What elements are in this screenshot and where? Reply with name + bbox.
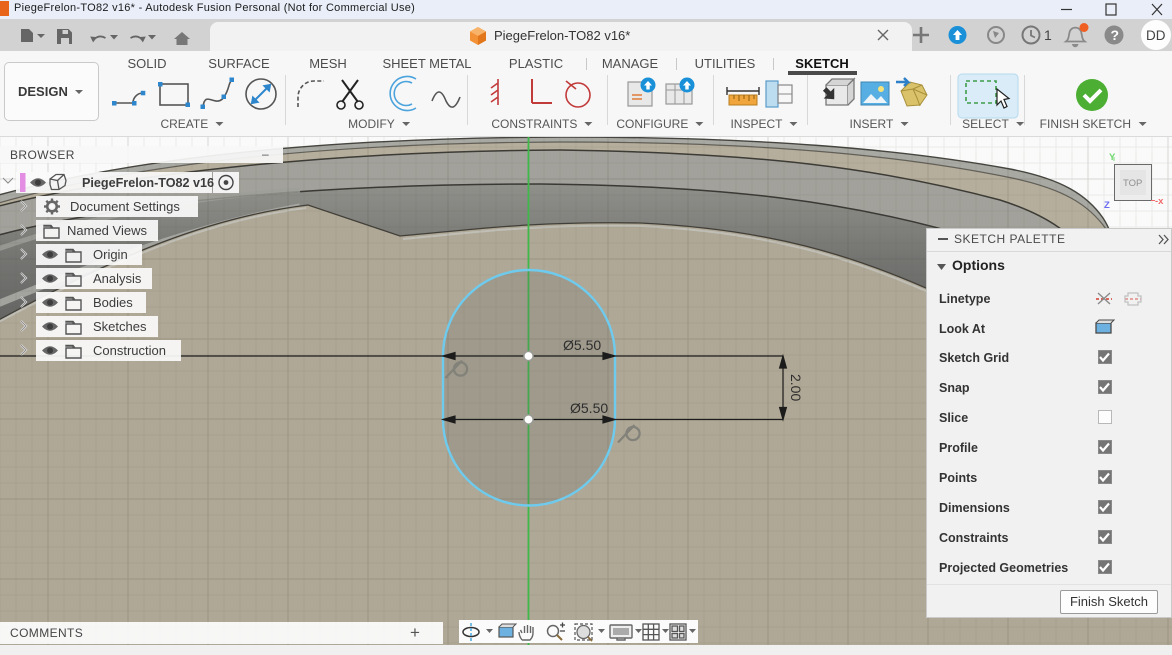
svg-text:Ø5.50: Ø5.50 <box>570 400 608 416</box>
svg-text:DD: DD <box>1146 28 1166 43</box>
svg-text:Bodies: Bodies <box>93 295 133 310</box>
svg-text:1: 1 <box>1044 27 1052 43</box>
svg-text:Analysis: Analysis <box>93 271 142 286</box>
svg-text:Sketches: Sketches <box>93 319 147 334</box>
svg-text:Document Settings: Document Settings <box>70 199 180 214</box>
svg-text:Origin: Origin <box>93 247 128 262</box>
svg-text:Y: Y <box>1109 152 1116 163</box>
svg-text:-x: -x <box>1155 196 1164 207</box>
svg-text:Construction: Construction <box>93 343 166 358</box>
svg-text:TOP: TOP <box>1123 178 1142 189</box>
svg-text:Named Views: Named Views <box>67 223 147 238</box>
svg-text:Ø5.50: Ø5.50 <box>563 337 601 353</box>
svg-text:?: ? <box>1111 27 1120 43</box>
svg-text:PiegeFrelon-TO82 v16: PiegeFrelon-TO82 v16 <box>82 176 214 190</box>
svg-text:2.00: 2.00 <box>788 374 804 401</box>
svg-text:Z: Z <box>1104 200 1110 211</box>
